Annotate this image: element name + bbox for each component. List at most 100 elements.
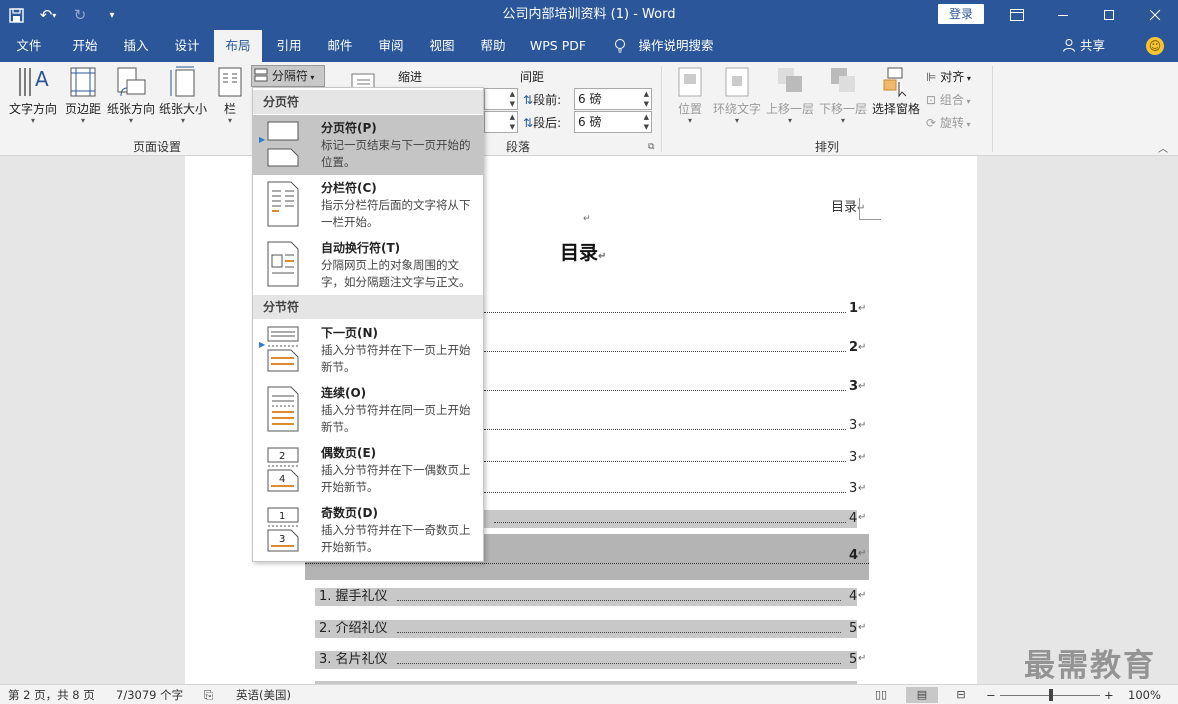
smiley-icon[interactable]: ☺ xyxy=(1146,37,1164,55)
page-breaks-section: 分页符 xyxy=(253,90,483,114)
zoom-out-icon[interactable]: − xyxy=(986,685,996,704)
indent-label: 缩进 xyxy=(398,70,423,84)
wrap-text-button[interactable]: 环绕文字 ▾ xyxy=(710,66,764,125)
toc-row[interactable]: 3 ↵ xyxy=(484,480,869,498)
svg-text:1: 1 xyxy=(279,511,285,522)
toc-row[interactable]: 1. 握手礼仪 4 xyxy=(315,588,857,606)
tab-insert[interactable]: 插入 xyxy=(113,30,159,62)
tell-me-search[interactable]: 操作说明搜索 xyxy=(636,30,716,62)
tab-home[interactable]: 开始 xyxy=(62,30,108,62)
send-backward-button[interactable]: 下移一层 ▾ xyxy=(817,66,869,125)
zoom-slider-thumb[interactable] xyxy=(1049,689,1053,701)
svg-text:3: 3 xyxy=(279,534,285,545)
tab-references[interactable]: 引用 xyxy=(266,30,312,62)
spacing-after-input[interactable]: 6 磅 ▲ ▼ xyxy=(574,111,652,133)
tab-mailings[interactable]: 邮件 xyxy=(317,30,363,62)
indent-left-input[interactable]: ▲ ▼ xyxy=(484,88,518,110)
document-area[interactable]: 目录↵ ↵ 目录↵ 1 ↵ 2 ↵ 3 ↵ 3 ↵ 3 ↵ 3 ↵ 4 ↵ 4 … xyxy=(0,156,1178,684)
tab-file[interactable]: 文件 xyxy=(8,30,50,62)
language[interactable]: 英语(美国) xyxy=(236,685,291,704)
position-icon xyxy=(678,67,702,97)
print-layout-icon[interactable]: ▤ xyxy=(906,687,938,703)
orientation-icon xyxy=(117,67,146,97)
rotate-button[interactable]: ⟳ 旋转 ▾ xyxy=(926,114,970,131)
page-count[interactable]: 第 2 页，共 8 页 xyxy=(8,685,95,704)
text-wrapping-break-item[interactable]: 自动换行符(T) 分隔网页上的对象周围的文字，如分隔题注文字与正文。 xyxy=(253,235,483,295)
tab-view[interactable]: 视图 xyxy=(419,30,465,62)
person-icon xyxy=(1062,38,1080,53)
toc-row[interactable]: 4 xyxy=(484,510,857,528)
toc-title: 目录↵ xyxy=(560,242,607,264)
undo-icon[interactable]: ↶ ▾ xyxy=(32,0,64,30)
spacing-after-label: ⇅段后: xyxy=(523,116,562,130)
align-button[interactable]: ⊫ 对齐 ▾ xyxy=(926,68,971,85)
toc-row[interactable]: 1 ↵ xyxy=(484,300,869,318)
orientation-button[interactable]: 纸张方向 ▾ xyxy=(104,66,158,125)
tab-wps-pdf[interactable]: WPS PDF xyxy=(524,30,592,62)
odd-page-item[interactable]: 13 奇数页(D) 插入分节符并在下一奇数页上开始新节。 xyxy=(253,500,483,560)
group-icon: ⊡ xyxy=(926,93,937,107)
spacing-before-icon: ⇅ xyxy=(523,93,534,107)
tab-help[interactable]: 帮助 xyxy=(470,30,516,62)
lightbulb-icon xyxy=(612,30,628,62)
ribbon-layout: A 文字方向 ▾ 页边距 ▾ 纸张方向 ▾ 纸张大小 ▾ 栏 ▾ 分隔符 ▾ 页… xyxy=(0,62,1178,156)
close-icon[interactable] xyxy=(1132,0,1178,30)
watermark-logo: 最需教育 xyxy=(1024,648,1156,684)
save-icon[interactable] xyxy=(0,0,32,30)
customize-qat-icon[interactable]: ▾ xyxy=(96,0,128,30)
paragraph-mark: ↵ xyxy=(583,214,591,224)
ribbon-tabs: 文件 开始 插入 设计 布局 引用 邮件 审阅 视图 帮助 WPS PDF 操作… xyxy=(0,30,1178,62)
toc-row[interactable]: 3. 名片礼仪 5 xyxy=(315,651,857,669)
margins-button[interactable]: 页边距 ▾ xyxy=(62,66,104,125)
login-button[interactable]: 登录 xyxy=(938,4,984,24)
share-button[interactable]: 共享 xyxy=(1062,30,1105,62)
selection-pane-button[interactable]: 选择窗格 xyxy=(870,66,922,117)
text-direction-button[interactable]: A 文字方向 ▾ xyxy=(6,66,60,125)
page-break-item[interactable]: ▶ 分页符(P) 标记一页结束与下一页开始的位置。 xyxy=(253,115,483,175)
text-direction-icon: A xyxy=(19,67,49,96)
column-break-item[interactable]: 分栏符(C) 指示分栏符后面的文字将从下一栏开始。 xyxy=(253,175,483,235)
zoom-level[interactable]: 100% xyxy=(1128,685,1161,704)
word-count[interactable]: 7/3079 个字 xyxy=(116,685,183,704)
paragraph-launcher-icon[interactable]: ⧉ xyxy=(648,142,654,152)
window-controls xyxy=(994,0,1178,30)
continuous-item[interactable]: 连续(O) 插入分节符并在同一页上开始新节。 xyxy=(253,380,483,440)
tab-design[interactable]: 设计 xyxy=(164,30,210,62)
even-page-item[interactable]: 24 偶数页(E) 插入分节符并在下一偶数页上开始新节。 xyxy=(253,440,483,500)
page-break-icon xyxy=(267,121,299,167)
tab-layout[interactable]: 布局 xyxy=(214,30,262,62)
toc-row[interactable]: 2. 介绍礼仪 5 xyxy=(315,620,857,638)
bring-forward-button[interactable]: 上移一层 ▾ xyxy=(764,66,816,125)
ribbon-display-icon[interactable] xyxy=(994,0,1040,30)
web-layout-icon[interactable]: ⊟ xyxy=(950,687,972,703)
continuous-icon xyxy=(267,386,299,432)
read-mode-icon[interactable]: ▯▯ xyxy=(870,687,892,703)
proofing-icon[interactable]: ⎘ xyxy=(204,685,213,704)
next-page-item[interactable]: ▶ 下一页(N) 插入分节符并在下一页上开始新节。 xyxy=(253,320,483,380)
maximize-icon[interactable] xyxy=(1086,0,1132,30)
toc-row[interactable]: 3 ↵ xyxy=(484,378,869,396)
collapse-ribbon-icon[interactable]: ︿ xyxy=(1158,140,1168,155)
size-button[interactable]: 纸张大小 ▾ xyxy=(156,66,210,125)
breaks-button[interactable]: 分隔符 ▾ xyxy=(251,65,325,87)
wrap-text-icon xyxy=(725,67,749,97)
align-icon: ⊫ xyxy=(926,70,937,84)
send-backward-icon xyxy=(831,68,855,92)
zoom-in-icon[interactable]: + xyxy=(1104,685,1114,704)
spacing-label: 间距 xyxy=(520,70,545,84)
tab-review[interactable]: 审阅 xyxy=(368,30,414,62)
redo-icon[interactable]: ↻ xyxy=(64,0,96,30)
group-button[interactable]: ⊡ 组合 ▾ xyxy=(926,91,970,108)
margins-icon xyxy=(70,67,96,97)
toc-row[interactable]: 3 ↵ xyxy=(484,417,869,435)
toc-row[interactable]: 3 ↵ xyxy=(484,449,869,467)
text-wrapping-icon xyxy=(267,241,299,287)
indent-right-input[interactable]: ▲ ▼ xyxy=(484,111,518,133)
position-button[interactable]: 位置 ▾ xyxy=(672,66,708,125)
minimize-icon[interactable] xyxy=(1040,0,1086,30)
columns-button[interactable]: 栏 ▾ xyxy=(212,66,248,125)
next-page-icon xyxy=(267,326,299,372)
toc-row[interactable]: 2 ↵ xyxy=(484,339,869,357)
spacing-before-label: ⇅段前: xyxy=(523,93,562,107)
spacing-before-input[interactable]: 6 磅 ▲ ▼ xyxy=(574,88,652,110)
